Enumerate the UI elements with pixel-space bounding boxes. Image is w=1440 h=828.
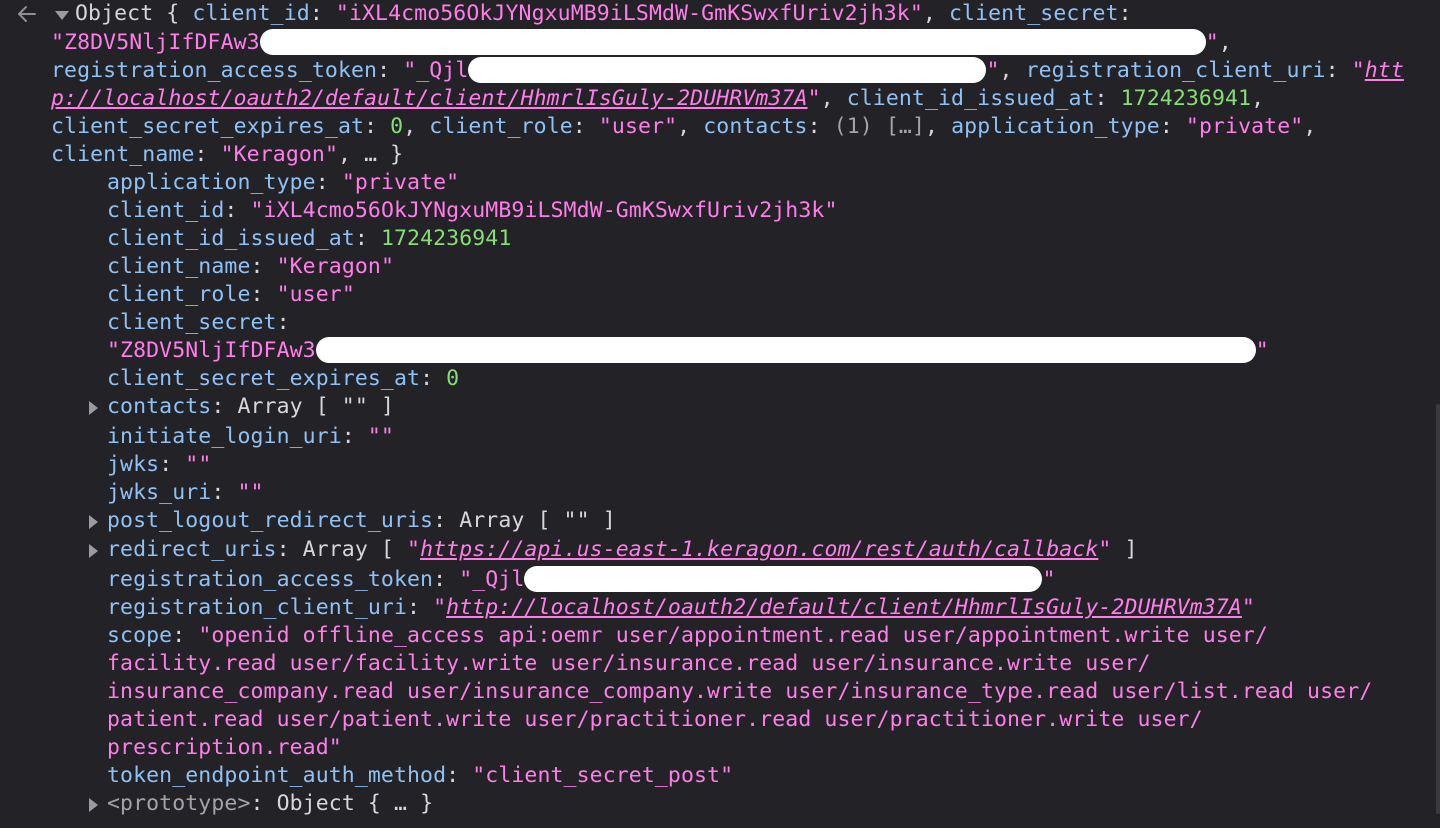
prop-scope-cont: insurance_company.read user/insurance_co… bbox=[107, 678, 1372, 706]
prop-client-role[interactable]: client_role: "user" bbox=[107, 281, 355, 309]
prop-value: 1724236941 bbox=[380, 226, 512, 251]
prop-value: Array [ "" ] bbox=[237, 394, 394, 419]
prop-value: "client_secret_post" bbox=[472, 763, 734, 788]
scope-line: facility.read user/facility.write user/i… bbox=[107, 651, 1151, 676]
client-id-issued-at-value: 1724236941 bbox=[1120, 86, 1252, 111]
scope-line: insurance_company.read user/insurance_co… bbox=[107, 679, 1373, 704]
client-secret-expires-value: 0 bbox=[390, 114, 404, 139]
object-summary-line-6: client_name: "Keragon", … } bbox=[51, 142, 404, 167]
prop-value: "Keragon" bbox=[276, 254, 394, 279]
scope-line: patient.read user/patient.write user/pra… bbox=[107, 707, 1203, 732]
triangle-right-icon[interactable] bbox=[89, 401, 98, 415]
prop-value: 0 bbox=[446, 366, 460, 391]
registration-access-token-value: "_Qjl bbox=[403, 58, 469, 83]
prop-client-name[interactable]: client_name: "Keragon" bbox=[107, 253, 394, 281]
prop-scope-cont: prescription.read" bbox=[107, 734, 342, 762]
object-summary-line-3: registration_access_token: "_Qjl ", regis… bbox=[51, 56, 1404, 83]
prop-contacts[interactable]: contacts: Array [ "" ] bbox=[107, 393, 394, 421]
prop-scope[interactable]: scope: "openid offline_access api:oemr u… bbox=[107, 622, 1268, 650]
prop-value: "Z8DV5NljIfDFAw3 bbox=[107, 338, 316, 363]
client-id-value: "iXL4cmo56OkJYNgxuMB9iLSMdW-GmKSwxfUriv2… bbox=[335, 1, 923, 26]
prop-value: Object { … } bbox=[276, 791, 434, 816]
prop-value: "" bbox=[185, 452, 212, 477]
prop-value: Array [ "" ] bbox=[459, 508, 616, 533]
client-name-value: "Keragon" bbox=[220, 142, 338, 167]
triangle-right-icon[interactable] bbox=[89, 544, 98, 558]
triangle-right-icon[interactable] bbox=[89, 515, 98, 529]
scope-line: "openid offline_access api:oemr user/app… bbox=[198, 623, 1268, 648]
summary-ellipsis: … } bbox=[364, 142, 404, 167]
prop-value: "user" bbox=[276, 282, 355, 307]
registration-client-uri-link[interactable]: http://localhost/oauth2/default/client/H… bbox=[446, 595, 1242, 620]
prop-client-id[interactable]: client_id: "iXL4cmo56OkJYNgxuMB9iLSMdW-G… bbox=[107, 197, 837, 225]
prop-application-type[interactable]: application_type: "private" bbox=[107, 169, 459, 197]
console-output: { "summary": { "object_label": "Object",… bbox=[0, 0, 1440, 828]
application-type-value: "private" bbox=[1185, 114, 1304, 139]
object-summary-line-5: client_secret_expires_at: 0, client_role… bbox=[51, 114, 1317, 139]
prop-token-endpoint-auth-method[interactable]: token_endpoint_auth_method: "client_secr… bbox=[107, 762, 733, 790]
prop-value: "private" bbox=[341, 170, 460, 195]
object-summary-line-4: p://localhost/oauth2/default/client/Hhmr… bbox=[51, 86, 1265, 111]
object-label: Object bbox=[75, 1, 154, 26]
contacts-preview[interactable]: (1) […] bbox=[834, 114, 925, 139]
prop-jwks-uri[interactable]: jwks_uri: "" bbox=[107, 479, 264, 507]
redaction-bar bbox=[468, 56, 987, 83]
prop-registration-access-token[interactable]: registration_access_token: "_Qjl " bbox=[107, 565, 1055, 594]
prop-value: "" bbox=[237, 480, 264, 505]
registration-client-uri-link[interactable]: htt bbox=[1365, 58, 1404, 83]
object-summary-line-2: "Z8DV5NljIfDFAw3 ", bbox=[51, 28, 1232, 55]
prop-initiate-login-uri[interactable]: initiate_login_uri: "" bbox=[107, 423, 394, 451]
prop-client-secret-value: "Z8DV5NljIfDFAw3 " bbox=[107, 336, 1269, 363]
client-secret-value: "Z8DV5NljIfDFAw3 bbox=[51, 30, 260, 55]
redirect-uri-link[interactable]: https://api.us-east-1.keragon.com/rest/a… bbox=[420, 537, 1098, 562]
redaction-bar bbox=[259, 28, 1206, 55]
prop-client-secret[interactable]: client_secret: bbox=[107, 309, 290, 337]
prop-post-logout-redirect-uris[interactable]: post_logout_redirect_uris: Array [ "" ] bbox=[107, 507, 616, 535]
prop-value: "" bbox=[367, 424, 394, 449]
prop-jwks[interactable]: jwks: "" bbox=[107, 451, 211, 479]
prop-registration-client-uri[interactable]: registration_client_uri: "http://localho… bbox=[107, 594, 1255, 622]
prop-client-secret-expires-at[interactable]: client_secret_expires_at: 0 bbox=[107, 365, 459, 393]
prop-scope-cont: patient.read user/patient.write user/pra… bbox=[107, 706, 1203, 734]
prop-scope-cont: facility.read user/facility.write user/i… bbox=[107, 650, 1151, 678]
scope-line: prescription.read" bbox=[107, 735, 342, 760]
prop-value: "iXL4cmo56OkJYNgxuMB9iLSMdW-GmKSwxfUriv2… bbox=[250, 198, 838, 223]
arrow-left-icon[interactable] bbox=[16, 3, 38, 25]
prop-redirect-uris[interactable]: redirect_uris: Array [ "https://api.us-e… bbox=[107, 536, 1138, 564]
triangle-down-icon[interactable] bbox=[55, 11, 69, 20]
registration-client-uri-link-cont[interactable]: p://localhost/oauth2/default/client/Hhmr… bbox=[51, 86, 808, 111]
triangle-right-icon[interactable] bbox=[89, 798, 98, 812]
prop-client-id-issued-at[interactable]: client_id_issued_at: 1724236941 bbox=[107, 225, 511, 253]
scrollbar[interactable] bbox=[1436, 404, 1440, 814]
redaction-bar bbox=[524, 565, 1043, 592]
object-summary-line-1[interactable]: Object { client_id: "iXL4cmo56OkJYNgxuMB… bbox=[75, 0, 1132, 28]
prop-value: "_Qjl bbox=[459, 567, 525, 592]
prop-prototype[interactable]: <prototype>: Object { … } bbox=[107, 790, 433, 818]
redaction-bar bbox=[315, 336, 1256, 363]
client-role-value: "user" bbox=[598, 114, 678, 139]
